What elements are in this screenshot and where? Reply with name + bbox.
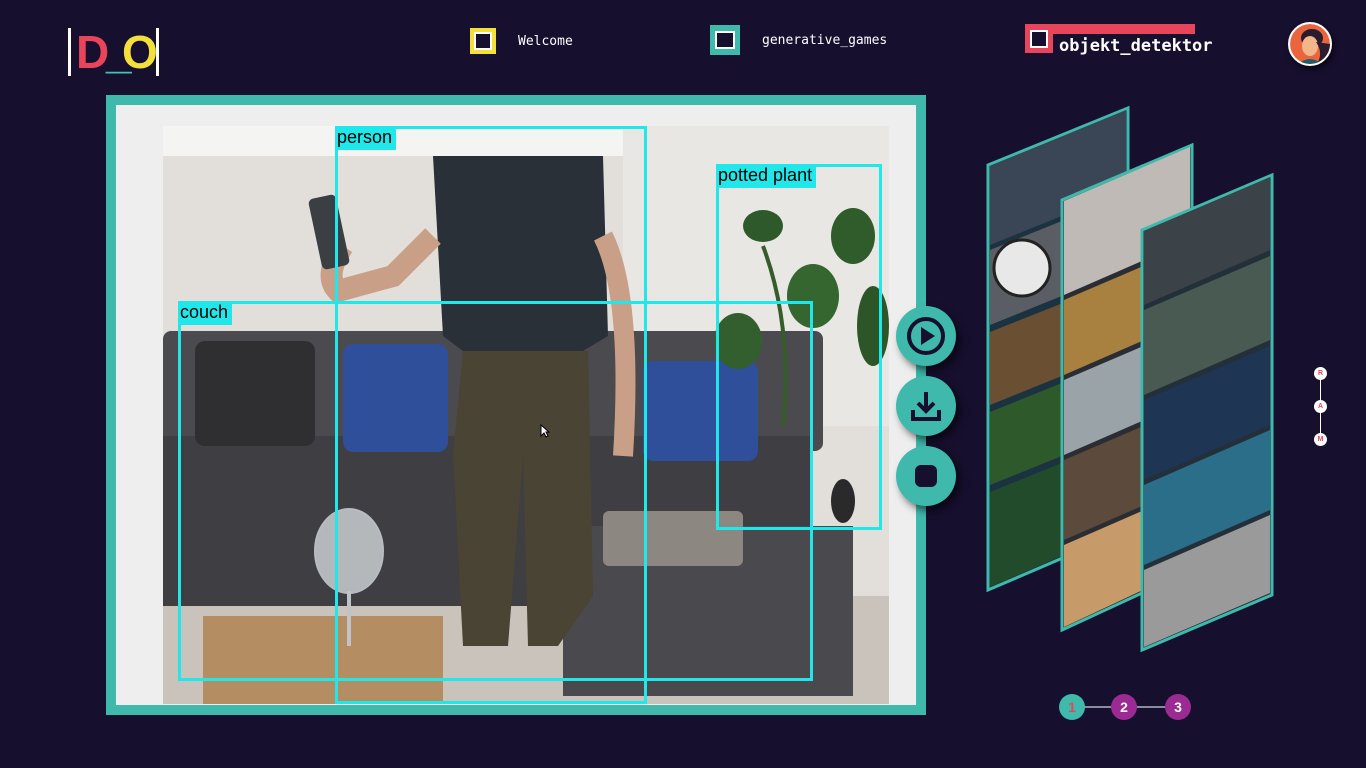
video-frame: person potted plant couch: [106, 95, 926, 715]
tab-objekt-detektor-label: objekt_detektor: [1059, 36, 1213, 56]
tab-welcome[interactable]: Welcome: [470, 26, 573, 56]
logo-letter-o: O: [122, 26, 158, 78]
gallery-column[interactable]: [1140, 172, 1274, 653]
tab-generative-games-label: generative_games: [762, 32, 888, 48]
logo-bar-right: [156, 28, 159, 76]
detection-label: potted plant: [716, 164, 817, 188]
mouse-cursor-icon: [540, 424, 550, 438]
window-icon: [470, 28, 496, 54]
image-gallery[interactable]: [980, 100, 1280, 660]
tab-welcome-label: Welcome: [518, 33, 573, 49]
window-icon: [710, 25, 740, 55]
detection-label: couch: [178, 301, 233, 325]
play-icon: [907, 317, 945, 355]
side-indicator-r[interactable]: R: [1314, 367, 1327, 380]
user-avatar[interactable]: [1288, 22, 1332, 66]
detection-box-couch: couch: [178, 301, 813, 681]
stop-button[interactable]: [896, 446, 956, 506]
tab-objekt-detektor[interactable]: objekt_detektor: [1025, 24, 1213, 56]
side-indicator-a[interactable]: A: [1314, 400, 1327, 413]
detection-label: person: [335, 126, 397, 150]
play-button[interactable]: [896, 306, 956, 366]
download-button[interactable]: [896, 376, 956, 436]
camera-feed[interactable]: person potted plant couch: [163, 126, 889, 704]
download-icon: [911, 392, 941, 421]
page-1-button[interactable]: 1: [1059, 694, 1085, 720]
page-2-button[interactable]: 2: [1111, 694, 1137, 720]
window-icon: [1025, 25, 1053, 53]
logo-bar-left: [68, 28, 71, 76]
side-indicator-m[interactable]: M: [1314, 433, 1327, 446]
page-3-button[interactable]: 3: [1165, 694, 1191, 720]
app-logo[interactable]: D _ O: [68, 26, 163, 78]
logo-letter-d: D: [76, 26, 110, 78]
tab-generative-games[interactable]: generative_games: [710, 25, 887, 55]
stop-icon: [915, 465, 937, 487]
